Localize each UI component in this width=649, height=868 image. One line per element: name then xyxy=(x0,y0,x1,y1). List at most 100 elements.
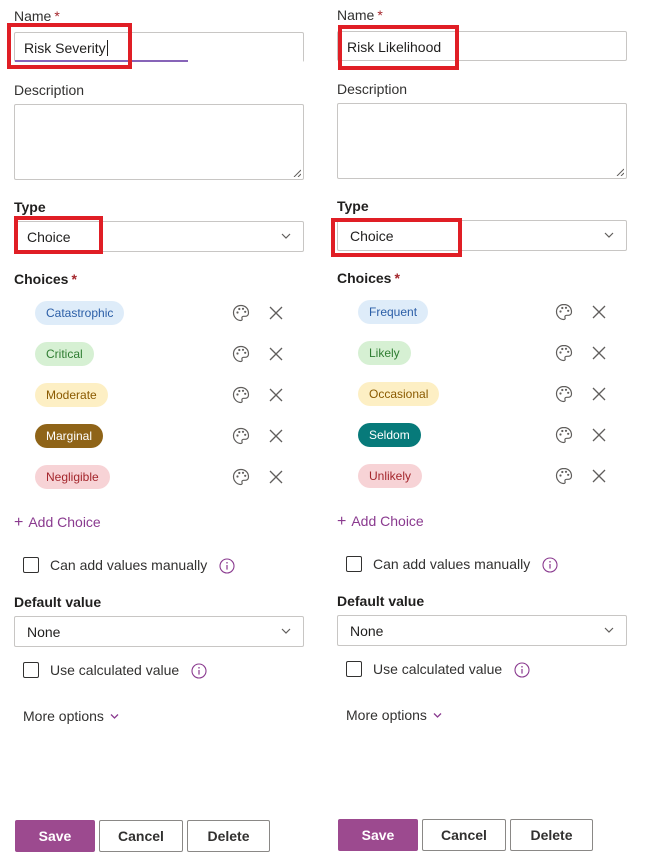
choice-row: Moderate xyxy=(14,383,304,409)
type-dropdown-value: Choice xyxy=(27,229,71,245)
info-icon[interactable] xyxy=(514,662,530,678)
name-label-text: Name xyxy=(14,8,52,24)
choice-pill[interactable]: Occasional xyxy=(358,382,440,406)
close-icon[interactable] xyxy=(592,346,606,360)
choice-row: Critical xyxy=(14,342,304,368)
column-risk-severity: Name * Risk Severity Description Type Cho… xyxy=(14,0,306,868)
resize-grip-icon[interactable] xyxy=(293,169,301,177)
choice-pill[interactable]: Seldom xyxy=(358,423,421,447)
more-options-button[interactable]: More options xyxy=(346,707,442,723)
choice-row: Marginal xyxy=(14,424,304,450)
text-caret xyxy=(106,40,108,56)
choice-row: Frequent xyxy=(337,300,627,326)
save-button[interactable]: Save xyxy=(338,819,418,851)
close-icon[interactable] xyxy=(592,428,606,442)
choice-pill[interactable]: Frequent xyxy=(358,300,429,324)
palette-icon[interactable] xyxy=(555,467,573,485)
palette-icon[interactable] xyxy=(232,345,250,363)
calculated-value-checkbox[interactable] xyxy=(346,661,362,677)
add-choice-button[interactable]: + Add Choice xyxy=(14,514,101,532)
add-choice-button[interactable]: + Add Choice xyxy=(337,513,424,531)
description-textarea[interactable] xyxy=(337,103,627,179)
column-risk-likelihood: Name * Risk Likelihood Description Type C… xyxy=(337,0,629,868)
plus-icon: + xyxy=(14,514,24,531)
choice-pill[interactable]: Marginal xyxy=(35,424,104,448)
palette-icon[interactable] xyxy=(555,303,573,321)
close-icon[interactable] xyxy=(592,469,606,483)
name-input[interactable]: Risk Severity xyxy=(14,32,304,62)
choice-pill[interactable]: Moderate xyxy=(35,383,108,407)
name-label: Name * xyxy=(337,7,383,23)
chevron-down-icon xyxy=(433,713,442,718)
type-dropdown[interactable]: Choice xyxy=(337,220,627,251)
name-input[interactable]: Risk Likelihood xyxy=(337,31,627,61)
default-value-dropdown[interactable]: None xyxy=(337,615,627,646)
description-textarea[interactable] xyxy=(14,104,304,180)
save-button[interactable]: Save xyxy=(15,820,95,852)
choice-row: Negligible xyxy=(14,465,304,491)
type-dropdown-value: Choice xyxy=(350,228,394,244)
manual-values-label: Can add values manually xyxy=(373,556,531,572)
required-mark: * xyxy=(54,8,60,24)
manual-values-checkbox[interactable] xyxy=(346,556,362,572)
close-icon[interactable] xyxy=(269,306,283,320)
close-icon[interactable] xyxy=(592,305,606,319)
close-icon[interactable] xyxy=(269,470,283,484)
choice-pill[interactable]: Likely xyxy=(358,341,411,365)
chevron-down-icon xyxy=(604,232,614,238)
default-value-dropdown[interactable]: None xyxy=(14,616,304,647)
choice-pill[interactable]: Unlikely xyxy=(358,464,423,488)
palette-icon[interactable] xyxy=(232,427,250,445)
palette-icon[interactable] xyxy=(232,304,250,322)
name-input-focus-bar xyxy=(15,60,303,62)
type-dropdown[interactable]: Choice xyxy=(14,221,304,252)
manual-values-label: Can add values manually xyxy=(50,557,208,573)
type-label: Type xyxy=(337,198,369,214)
delete-button[interactable]: Delete xyxy=(187,820,270,852)
choice-pill[interactable]: Critical xyxy=(35,342,94,366)
choice-row: Occasional xyxy=(337,382,627,408)
palette-icon[interactable] xyxy=(555,426,573,444)
info-icon[interactable] xyxy=(219,558,235,574)
default-value-label: Default value xyxy=(337,593,425,609)
palette-icon[interactable] xyxy=(232,386,250,404)
calculated-value-label: Use calculated value xyxy=(373,661,503,677)
default-value-label: Default value xyxy=(14,594,102,610)
choice-row: Seldom xyxy=(337,423,627,449)
add-choice-label: Add Choice xyxy=(28,514,101,530)
required-mark: * xyxy=(71,271,77,287)
close-icon[interactable] xyxy=(592,387,606,401)
type-label: Type xyxy=(14,199,46,215)
description-label: Description xyxy=(337,81,408,97)
choices-label: Choices * xyxy=(337,270,400,286)
chevron-down-icon xyxy=(110,714,119,719)
chevron-down-icon xyxy=(281,628,291,634)
name-input-focus-progress xyxy=(15,60,188,62)
delete-button[interactable]: Delete xyxy=(510,819,593,851)
required-mark: * xyxy=(394,270,400,286)
palette-icon[interactable] xyxy=(232,468,250,486)
name-label: Name * xyxy=(14,8,60,24)
cancel-button[interactable]: Cancel xyxy=(99,820,183,852)
cancel-button[interactable]: Cancel xyxy=(422,819,506,851)
choice-pill[interactable]: Negligible xyxy=(35,465,110,489)
palette-icon[interactable] xyxy=(555,385,573,403)
info-icon[interactable] xyxy=(542,557,558,573)
more-options-button[interactable]: More options xyxy=(23,708,119,724)
more-options-label: More options xyxy=(23,708,104,724)
close-icon[interactable] xyxy=(269,347,283,361)
info-icon[interactable] xyxy=(191,663,207,679)
plus-icon: + xyxy=(337,513,347,530)
default-value-text: None xyxy=(27,624,61,640)
close-icon[interactable] xyxy=(269,429,283,443)
choice-pill[interactable]: Catastrophic xyxy=(35,301,125,325)
name-input-text: Risk Severity xyxy=(24,40,106,56)
resize-grip-icon[interactable] xyxy=(616,168,624,176)
choice-row: Unlikely xyxy=(337,464,627,490)
manual-values-checkbox[interactable] xyxy=(23,557,39,573)
close-icon[interactable] xyxy=(269,388,283,402)
palette-icon[interactable] xyxy=(555,344,573,362)
choice-row: Likely xyxy=(337,341,627,367)
name-input-value: Risk Likelihood xyxy=(347,39,442,55)
calculated-value-checkbox[interactable] xyxy=(23,662,39,678)
